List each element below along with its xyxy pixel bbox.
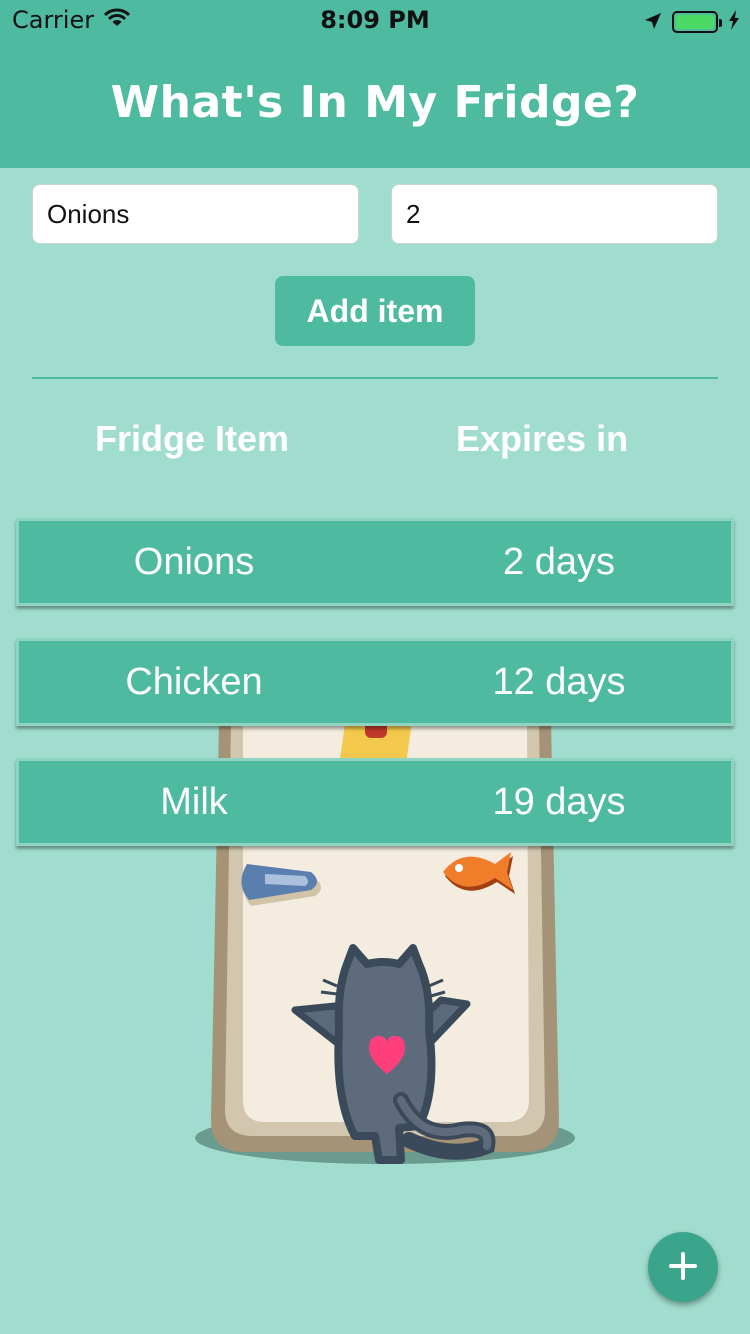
status-bar: Carrier 8:09 PM [0, 0, 750, 40]
item-expiry: 2 days [503, 541, 615, 583]
item-name: Chicken [125, 661, 263, 703]
charging-bolt-icon [728, 8, 740, 36]
column-header-item: Fridge Item [95, 418, 290, 459]
item-expiry: 19 days [492, 781, 626, 823]
list-item[interactable]: Chicken 12 days [16, 638, 734, 726]
location-arrow-icon [644, 8, 662, 36]
status-time: 8:09 PM [320, 6, 430, 34]
app-header: What's In My Fridge? [0, 40, 750, 168]
column-header-expires: Expires in [456, 418, 629, 459]
battery-icon [672, 11, 722, 33]
list-item[interactable]: Onions 2 days [16, 518, 734, 606]
status-right [644, 8, 740, 36]
page-title: What's In My Fridge? [110, 76, 640, 128]
list-item[interactable]: Milk 19 days [16, 758, 734, 846]
item-name-input[interactable] [32, 184, 359, 244]
battery-level [676, 15, 714, 29]
add-item-button[interactable]: Add item [275, 276, 475, 346]
quantity-input[interactable] [391, 184, 718, 244]
add-fab-button[interactable] [648, 1232, 718, 1302]
item-name: Onions [133, 541, 255, 583]
plus-icon [668, 1251, 698, 1284]
item-name: Milk [160, 781, 228, 823]
divider [32, 377, 718, 379]
item-expiry: 12 days [492, 661, 626, 703]
